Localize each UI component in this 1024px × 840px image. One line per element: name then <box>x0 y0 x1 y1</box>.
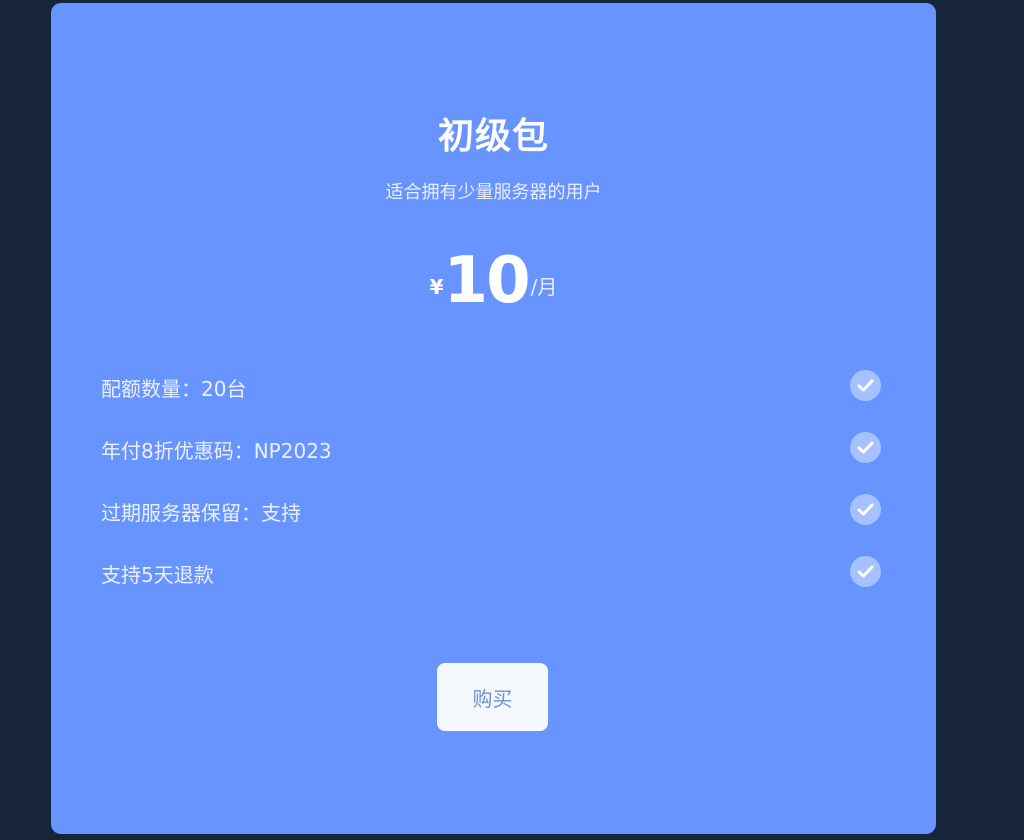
plan-subtitle: 适合拥有少量服务器的用户 <box>385 182 602 203</box>
plan-title: 初级包 <box>437 116 549 157</box>
feature-item: 年付8折优惠码：NP2023 <box>101 425 881 471</box>
feature-item: 配额数量：20台 <box>101 363 881 409</box>
check-icon <box>850 432 881 463</box>
plan-price: ¥10/月 <box>51 241 936 321</box>
check-icon <box>850 494 881 525</box>
pricing-card: 初级包 适合拥有少量服务器的用户 ¥10/月 配额数量：20台 年付8折优惠码：… <box>51 3 936 834</box>
feature-label: 配额数量：20台 <box>101 377 247 401</box>
feature-list: 配额数量：20台 年付8折优惠码：NP2023 过期服务器保留：支持 支持5天退… <box>101 363 881 611</box>
feature-label: 年付8折优惠码：NP2023 <box>101 439 332 463</box>
feature-label: 过期服务器保留：支持 <box>101 501 301 525</box>
check-icon <box>850 370 881 401</box>
feature-item: 支持5天退款 <box>101 549 881 595</box>
check-icon <box>850 556 881 587</box>
price-unit: 月 <box>537 275 558 299</box>
price-amount: 10 <box>443 244 531 318</box>
price-currency: ¥ <box>429 275 444 299</box>
buy-button[interactable]: 购买 <box>437 663 548 731</box>
feature-label: 支持5天退款 <box>101 563 214 587</box>
feature-item: 过期服务器保留：支持 <box>101 487 881 533</box>
